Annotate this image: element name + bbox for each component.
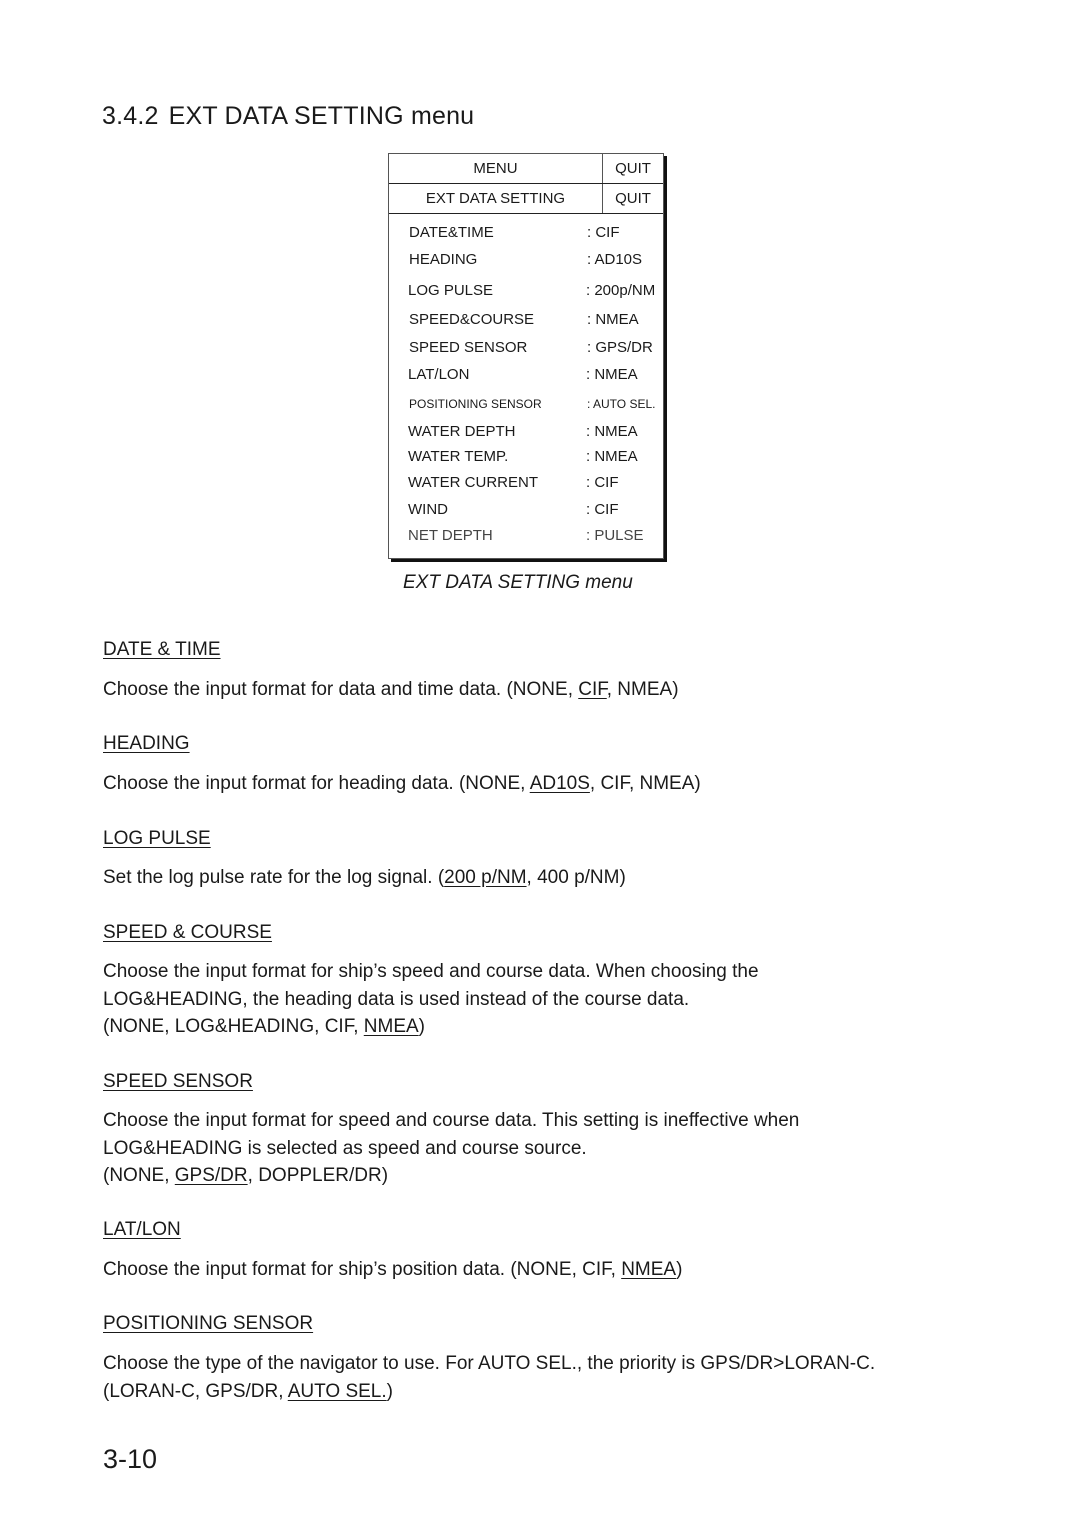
- menu-item-label: SPEED SENSOR: [409, 339, 528, 356]
- menu-item-water-current[interactable]: WATER CURRENT : CIF: [408, 472, 660, 494]
- description-speed-sensor: Choose the input format for speed and co…: [103, 1107, 799, 1190]
- menu-item-value: : NMEA: [587, 311, 639, 328]
- menu-item-label: HEADING: [409, 251, 478, 268]
- heading-speed-sensor: SPEED SENSOR: [103, 1071, 253, 1092]
- menu-item-lat-lon[interactable]: LAT/LON : NMEA: [408, 364, 660, 386]
- description-line: Choose the type of the navigator to use.…: [103, 1353, 876, 1374]
- menu-item-value: : GPS/DR: [587, 339, 653, 356]
- menu-item-log-pulse[interactable]: LOG PULSE : 200p/NM: [408, 280, 660, 302]
- section-title-text: EXT DATA SETTING menu: [168, 102, 475, 130]
- default-option: NMEA: [621, 1259, 677, 1280]
- options-line: (NONE, GPS/DR, DOPPLER/DR): [103, 1162, 799, 1190]
- options-line: (LORAN-C, GPS/DR, AUTO SEL.): [103, 1378, 875, 1406]
- description-line: Choose the input format for speed and co…: [103, 1110, 800, 1131]
- menu-item-value: : AD10S: [587, 251, 643, 268]
- menu-quit-button[interactable]: QUIT: [603, 154, 663, 183]
- default-option: NMEA: [363, 1016, 419, 1037]
- menu-item-date-time[interactable]: DATE&TIME : CIF: [409, 222, 661, 244]
- menu-item-label: SPEED&COURSE: [409, 311, 535, 328]
- heading-positioning-sensor: POSITIONING SENSOR: [103, 1313, 314, 1334]
- section-title: 3.4.2 EXT DATA SETTING menu: [102, 102, 474, 131]
- page-number: 3-10: [103, 1444, 158, 1474]
- menu-item-value: : NMEA: [586, 366, 638, 383]
- menu-item-value: : CIF: [586, 474, 619, 491]
- default-option: AUTO SEL.: [287, 1380, 387, 1402]
- description-text: Choose the input format for data and tim…: [103, 679, 507, 700]
- menu-item-value: : CIF: [586, 501, 619, 518]
- description-speed-course: Choose the input format for ship’s speed…: [103, 958, 759, 1041]
- options-suffix: , DOPPLER/DR): [247, 1165, 389, 1186]
- description-heading: Choose the input format for heading data…: [103, 770, 701, 798]
- options-suffix: ): [386, 1380, 393, 1402]
- options-prefix: (NONE,: [458, 773, 530, 794]
- menu-header-row: MENU QUIT: [389, 154, 663, 184]
- options-suffix: , NMEA): [606, 679, 679, 700]
- description-date-time: Choose the input format for data and tim…: [103, 676, 679, 704]
- heading-log-pulse: LOG PULSE: [103, 828, 211, 849]
- menu-item-heading[interactable]: HEADING : AD10S: [409, 249, 661, 271]
- options-suffix: ): [418, 1016, 425, 1037]
- description-lat-lon: Choose the input format for ship’s posit…: [103, 1256, 682, 1284]
- menu-item-wind[interactable]: WIND : CIF: [408, 499, 660, 521]
- description-text: Choose the input format for heading data…: [103, 773, 459, 794]
- submenu-quit-button[interactable]: QUIT: [603, 184, 663, 213]
- menu-item-value: : 200p/NM: [586, 282, 656, 299]
- menu-title: MENU: [389, 154, 603, 183]
- menu-item-value: : NMEA: [586, 448, 638, 465]
- ext-data-setting-menu: MENU QUIT EXT DATA SETTING QUIT DATE&TIM…: [388, 153, 664, 559]
- options-prefix: (NONE, LOG&HEADING, CIF,: [103, 1016, 364, 1037]
- menu-item-label: WATER DEPTH: [408, 423, 516, 440]
- heading-date-time: DATE & TIME: [103, 639, 221, 660]
- menu-item-water-temp[interactable]: WATER TEMP. : NMEA: [408, 446, 660, 468]
- options-suffix: , 400 p/NM): [526, 867, 626, 888]
- menu-item-speed-sensor[interactable]: SPEED SENSOR : GPS/DR: [409, 337, 661, 359]
- description-line: LOG&HEADING is selected as speed and cou…: [103, 1137, 587, 1159]
- menu-item-speed-course[interactable]: SPEED&COURSE : NMEA: [409, 309, 661, 331]
- default-option: 200 p/NM: [444, 867, 527, 888]
- default-option: AD10S: [529, 773, 590, 794]
- menu-item-value: : NMEA: [586, 423, 638, 440]
- description-log-pulse: Set the log pulse rate for the log signa…: [103, 864, 626, 892]
- menu-item-label: LAT/LON: [408, 366, 470, 383]
- options-prefix: (NONE,: [103, 1165, 175, 1186]
- menu-item-label: POSITIONING SENSOR: [409, 397, 542, 411]
- section-number: 3.4.2: [102, 102, 159, 130]
- description-positioning-sensor: Choose the type of the navigator to use.…: [103, 1350, 875, 1405]
- options-suffix: ): [676, 1259, 683, 1280]
- menu-item-value: : CIF: [587, 224, 620, 241]
- submenu-title: EXT DATA SETTING: [389, 184, 603, 213]
- menu-item-label: LOG PULSE: [408, 282, 494, 299]
- heading-lat-lon: LAT/LON: [103, 1219, 181, 1240]
- options-line: (NONE, LOG&HEADING, CIF, NMEA): [103, 1013, 759, 1041]
- menu-item-label: NET DEPTH: [408, 527, 493, 544]
- menu-item-value: : PULSE: [586, 527, 644, 544]
- heading-heading: HEADING: [103, 733, 190, 754]
- heading-speed-course: SPEED & COURSE: [103, 922, 272, 943]
- options-prefix: (NONE, CIF,: [510, 1259, 622, 1280]
- menu-item-label: DATE&TIME: [409, 224, 494, 241]
- options-suffix: , CIF, NMEA): [589, 773, 701, 794]
- figure-caption: EXT DATA SETTING menu: [403, 572, 633, 593]
- submenu-header-row: EXT DATA SETTING QUIT: [389, 184, 663, 214]
- description-text: Choose the input format for ship’s posit…: [103, 1259, 511, 1280]
- menu-item-label: WIND: [408, 501, 448, 518]
- description-line: Choose the input format for ship’s speed…: [103, 961, 759, 982]
- menu-item-value: : AUTO SEL.: [587, 397, 656, 411]
- menu-item-label: WATER CURRENT: [408, 474, 538, 491]
- menu-item-positioning-sensor[interactable]: POSITIONING SENSOR : AUTO SEL.: [409, 393, 661, 415]
- description-line: LOG&HEADING, the heading data is used in…: [103, 988, 690, 1010]
- default-option: GPS/DR: [174, 1165, 248, 1186]
- description-text: Set the log pulse rate for the log signa…: [103, 867, 438, 888]
- menu-item-label: WATER TEMP.: [408, 448, 509, 465]
- menu-item-net-depth[interactable]: NET DEPTH : PULSE: [408, 525, 660, 547]
- options-prefix: (NONE,: [506, 679, 579, 700]
- menu-item-water-depth[interactable]: WATER DEPTH : NMEA: [408, 421, 660, 443]
- default-option: CIF: [578, 679, 607, 700]
- options-prefix: (LORAN-C, GPS/DR,: [103, 1380, 288, 1402]
